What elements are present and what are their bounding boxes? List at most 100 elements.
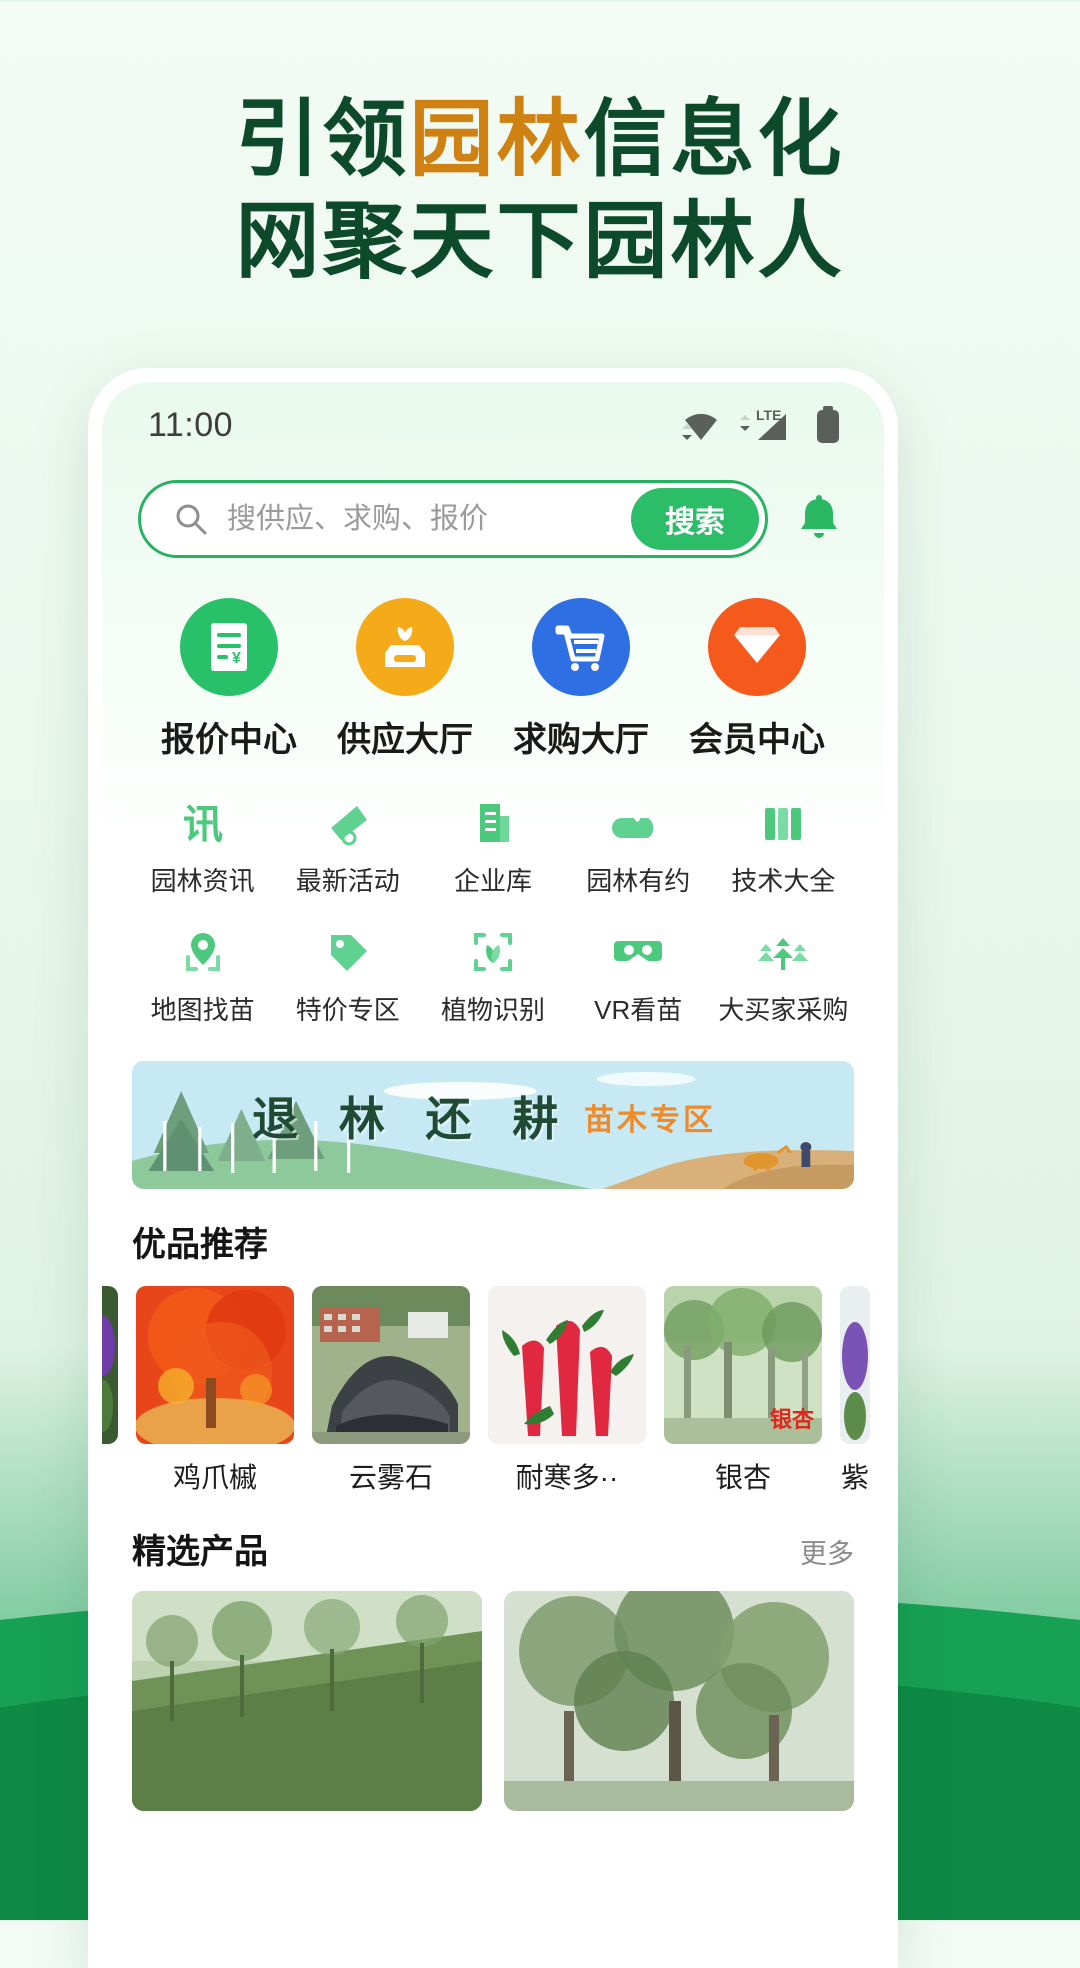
recommend-name: 云雾石 (348, 1462, 433, 1493)
quick-entry-grid: 讯 园林资讯 最新活动 企业库 园林有约 技术大全 地图找苗 特价专区 植物识别… (102, 761, 884, 1027)
quick-entry-label: 地图找苗 (150, 995, 255, 1025)
headline-line-2: 网聚天下园林人 (235, 194, 845, 289)
banner-main-text: 退 林 还 耕 (252, 1093, 573, 1145)
featured-more-link[interactable]: 更多 (800, 1532, 854, 1571)
featured-section-head: 精选产品 更多 (102, 1496, 884, 1573)
quick-entry-special-offer[interactable]: 特价专区 (275, 924, 420, 1027)
recommend-card[interactable]: 云雾石 (312, 1286, 470, 1496)
primary-entry-label: 报价中心 (161, 721, 297, 759)
recommend-name: 紫 (840, 1462, 869, 1493)
headline-line-1-pre: 引领 (235, 92, 410, 186)
quick-entry-tech-library[interactable]: 技术大全 (711, 795, 856, 898)
promo-banner[interactable]: 退 林 还 耕 苗木专区 (132, 1061, 854, 1189)
recommend-section-head: 优品推荐 (102, 1189, 884, 1266)
quick-entry-label: 植物识别 (440, 995, 545, 1025)
building-icon (465, 795, 521, 851)
featured-row (102, 1573, 884, 1811)
recommend-thumb: 银杏 (664, 1286, 822, 1444)
primary-entry-demand-hall[interactable]: 求购大厅 (496, 598, 666, 761)
phone-mockup: 11:00 LTE 搜供应、求购、报价 搜索 ¥ 报价中心 供应大厅 求购大厅 … (88, 368, 898, 1968)
nursery-field-photo (132, 1591, 482, 1811)
headline-line-1-accent: 园林 (409, 92, 584, 186)
price-list-icon: ¥ (180, 598, 278, 696)
primary-entry-label: 求购大厅 (513, 721, 649, 759)
quick-entry-big-buyer[interactable]: 大买家采购 (711, 924, 856, 1027)
recommend-card[interactable]: 紫 (840, 1286, 870, 1496)
phone-screen: 11:00 LTE 搜供应、求购、报价 搜索 ¥ 报价中心 供应大厅 求购大厅 … (102, 382, 884, 1968)
bell-icon[interactable] (790, 490, 848, 548)
quick-entry-label: 园林资讯 (150, 866, 255, 896)
lte-signal-icon: LTE (738, 406, 798, 444)
featured-card[interactable] (504, 1591, 854, 1811)
price-tag-icon (320, 924, 376, 980)
recommend-thumb (840, 1286, 870, 1444)
recommend-card[interactable]: 鸡爪槭 (136, 1286, 294, 1496)
megaphone-icon (320, 795, 376, 851)
quick-entry-vr-view[interactable]: VR看苗 (566, 924, 711, 1027)
battery-icon (814, 405, 842, 445)
svg-text:讯: 讯 (183, 803, 223, 847)
primary-entry-row: ¥ 报价中心 供应大厅 求购大厅 会员中心 (102, 558, 884, 761)
quick-entry-label: 园林有约 (586, 866, 691, 896)
search-bar-row: 搜索 (102, 468, 884, 558)
search-button[interactable]: 搜索 (631, 488, 759, 550)
svg-text:¥: ¥ (232, 650, 241, 667)
recommend-title: 优品推荐 (132, 1226, 268, 1264)
search-input[interactable] (213, 502, 631, 536)
primary-entry-member-center[interactable]: 会员中心 (672, 598, 842, 761)
seedling-box-icon (356, 598, 454, 696)
primary-entry-supply-hall[interactable]: 供应大厅 (320, 598, 490, 761)
svg-text:LTE: LTE (756, 407, 781, 423)
quick-entry-plant-recognition[interactable]: 植物识别 (420, 924, 565, 1027)
quick-entry-news[interactable]: 讯 园林资讯 (130, 795, 275, 898)
quick-entry-map-search[interactable]: 地图找苗 (130, 924, 275, 1027)
tree-group-icon (755, 924, 811, 980)
headline-line-1: 引领园林信息化 (0, 88, 1080, 190)
quick-entry-label: 技术大全 (731, 866, 836, 896)
recommend-card[interactable]: 耐寒多·· (488, 1286, 646, 1496)
recommend-card[interactable] (102, 1286, 118, 1496)
news-icon: 讯 (175, 795, 231, 851)
primary-entry-label: 会员中心 (689, 721, 825, 759)
wifi-icon (680, 407, 722, 443)
recommend-card[interactable]: 银杏 银杏 (664, 1286, 822, 1496)
featured-card[interactable] (132, 1591, 482, 1811)
status-bar: 11:00 LTE (102, 382, 884, 468)
quick-entry-appointment[interactable]: 园林有约 (566, 795, 711, 898)
recommend-thumb (136, 1286, 294, 1444)
vr-goggles-icon (610, 924, 666, 980)
diamond-icon (708, 598, 806, 696)
search-icon (169, 497, 213, 541)
recommend-thumb (312, 1286, 470, 1444)
recommend-badge: 银杏 (769, 1407, 814, 1432)
shopping-cart-icon (532, 598, 630, 696)
tree-canopy-photo (504, 1591, 854, 1811)
recommend-name: 鸡爪槭 (172, 1462, 257, 1493)
recommend-thumb (488, 1286, 646, 1444)
promo-headline: 引领园林信息化 网聚天下园林人 (0, 0, 1080, 293)
featured-title: 精选产品 (132, 1533, 268, 1571)
primary-entry-label: 供应大厅 (337, 721, 473, 759)
quick-entry-label: 最新活动 (295, 866, 400, 896)
quick-entry-label: VR看苗 (594, 995, 683, 1025)
quick-entry-activity[interactable]: 最新活动 (275, 795, 420, 898)
search-box[interactable]: 搜索 (138, 480, 768, 558)
status-time: 11:00 (148, 405, 234, 444)
status-icon-group: LTE (680, 405, 842, 445)
headline-line-1-post: 信息化 (583, 92, 845, 186)
quick-entry-label: 企业库 (453, 866, 532, 896)
banner-sub-text: 苗木专区 (584, 1104, 716, 1137)
recommend-name: 耐寒多·· (515, 1462, 619, 1493)
quick-entry-company-db[interactable]: 企业库 (420, 795, 565, 898)
promo-banner-wrap: 退 林 还 耕 苗木专区 (102, 1027, 884, 1189)
teapot-icon (610, 795, 666, 851)
recommend-strip[interactable]: 鸡爪槭 云雾石 耐寒多·· 银杏 银杏 紫 (102, 1266, 884, 1496)
quick-entry-label: 特价专区 (295, 995, 400, 1025)
map-pin-icon (175, 924, 231, 980)
primary-entry-quote-center[interactable]: ¥ 报价中心 (144, 598, 314, 761)
quick-entry-label: 大买家采购 (718, 995, 849, 1025)
scan-plant-icon (465, 924, 521, 980)
books-icon (755, 795, 811, 851)
recommend-thumb (102, 1286, 118, 1444)
recommend-name: 银杏 (714, 1462, 771, 1493)
